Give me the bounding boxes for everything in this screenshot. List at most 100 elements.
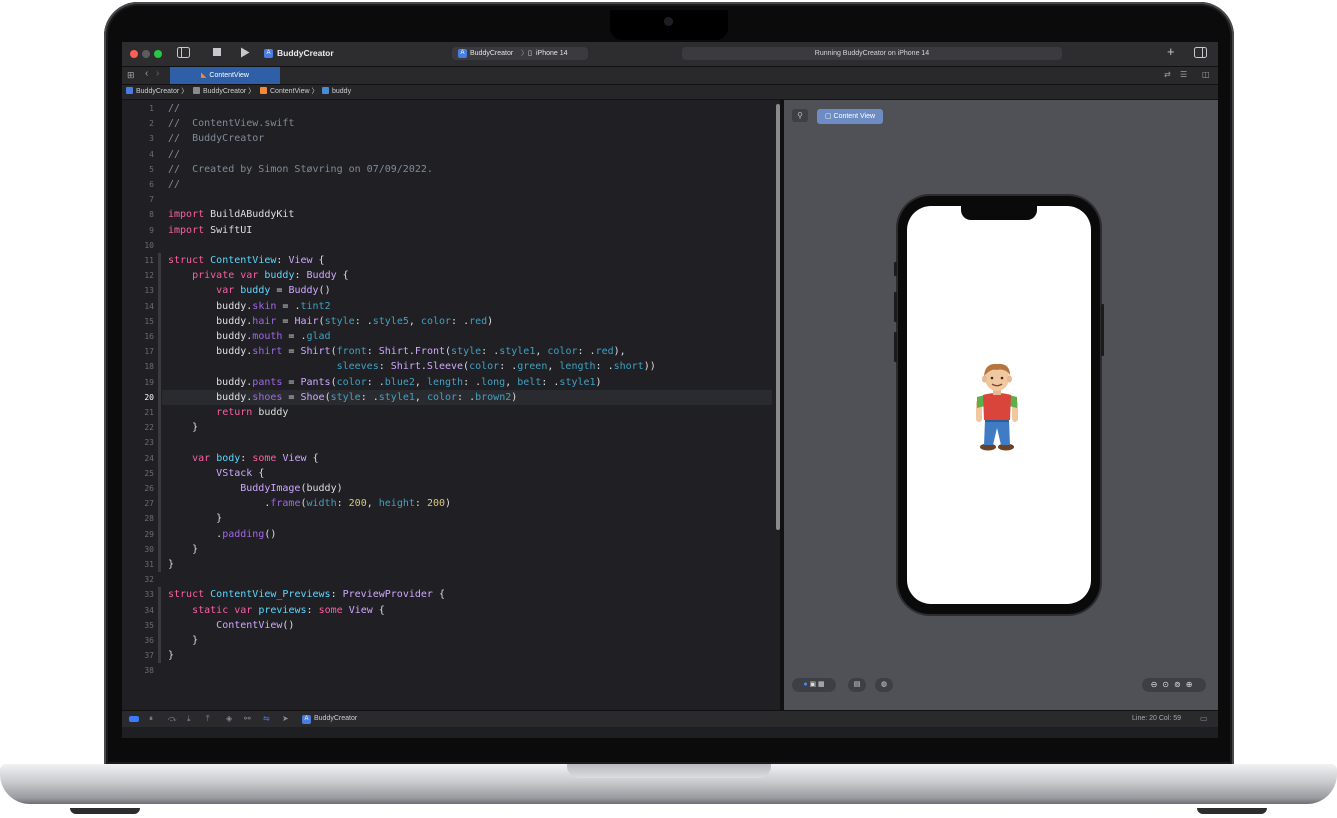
code-line[interactable]: }: [168, 511, 222, 526]
line-number: 18: [144, 362, 154, 372]
code-line[interactable]: buddy.mouth = .glad: [168, 329, 330, 344]
code-line[interactable]: return buddy: [168, 405, 288, 420]
breadcrumb-file[interactable]: ContentView 〉: [260, 85, 319, 99]
breadcrumb-symbol[interactable]: buddy: [322, 85, 351, 99]
code-line[interactable]: sleeves: Shirt.Sleeve(color: .green, len…: [168, 359, 656, 374]
code-line[interactable]: buddy.skin = .tint2: [168, 299, 330, 314]
chevron-right-icon: 〉: [521, 50, 528, 57]
line-number: 9: [149, 225, 154, 235]
line-number: 33: [144, 590, 154, 600]
scheme-selector[interactable]: A BuddyCreator 〉 ▯ iPhone 14: [452, 47, 588, 60]
stop-button[interactable]: [212, 47, 222, 61]
code-line[interactable]: //: [168, 177, 180, 192]
code-line[interactable]: var buddy = Buddy(): [168, 283, 330, 298]
breadcrumb-project[interactable]: BuddyCreator 〉: [126, 85, 188, 99]
editor-options-icon[interactable]: ☰: [1180, 70, 1187, 79]
line-number: 32: [144, 575, 154, 585]
sidebar-right-icon[interactable]: [1194, 47, 1207, 62]
line-number: 3: [149, 134, 154, 144]
forward-icon[interactable]: ›: [156, 68, 159, 79]
code-line[interactable]: ContentView(): [168, 618, 294, 633]
phone-notch: [961, 206, 1037, 220]
step-over-icon[interactable]: ⤼: [168, 711, 177, 727]
device-settings-icon[interactable]: ▤: [848, 678, 866, 692]
step-into-icon[interactable]: ⤓: [187, 711, 191, 727]
camera-notch: [610, 10, 728, 40]
location-icon[interactable]: ➤: [282, 711, 289, 727]
back-icon[interactable]: ‹: [145, 68, 148, 79]
pin-icon[interactable]: ⚲: [792, 109, 808, 122]
line-number: 12: [144, 271, 154, 281]
phone-volume-down: [894, 332, 897, 362]
code-line[interactable]: BuddyImage(buddy): [168, 481, 342, 496]
iphone-preview: [894, 196, 1104, 614]
code-line[interactable]: struct ContentView: View {: [168, 253, 325, 268]
preview-selector[interactable]: ▢ Content View: [817, 109, 883, 124]
code-fold-ribbon[interactable]: [158, 465, 161, 527]
close-window-button[interactable]: [130, 50, 138, 58]
code-line[interactable]: struct ContentView_Previews: PreviewProv…: [168, 587, 445, 602]
code-line[interactable]: buddy.shirt = Shirt(front: Shirt.Front(s…: [168, 344, 626, 359]
breadcrumb-folder[interactable]: BuddyCreator 〉: [193, 85, 255, 99]
preview-label: Content View: [833, 113, 876, 120]
code-line[interactable]: VStack {: [168, 466, 264, 481]
memory-graph-icon[interactable]: ⚯: [244, 711, 251, 727]
line-number: 1: [149, 104, 154, 113]
run-button[interactable]: [240, 47, 250, 62]
breadcrumb: BuddyCreator 〉 BuddyCreator 〉 ContentVie…: [122, 85, 1218, 100]
laptop-foot-left: [70, 808, 140, 814]
source-editor[interactable]: 1 2 3 4 5 6 7 8 9 10 11 12 13 14 15 16 17 18 19 20 21 22 23 24 2…: [122, 100, 780, 710]
device-icon: ▯: [528, 50, 532, 57]
status-text: Running BuddyCreator on iPhone 14: [814, 50, 930, 57]
line-number: 22: [144, 423, 154, 433]
step-out-icon[interactable]: ⤒: [206, 711, 210, 727]
code-line[interactable]: }: [168, 633, 198, 648]
code-line[interactable]: }: [168, 648, 174, 663]
variants-icon[interactable]: ◍: [875, 678, 893, 692]
code-line[interactable]: // BuddyCreator: [168, 131, 264, 146]
code-line[interactable]: static var previews: some View {: [168, 603, 385, 618]
zoom-controls[interactable]: ⊖⊙⊚⊕: [1142, 678, 1206, 692]
split-editor-icon[interactable]: ◫: [1202, 70, 1210, 79]
tab-contentview[interactable]: ◣ ContentView: [170, 67, 280, 84]
line-number: 7: [149, 195, 154, 205]
code-line[interactable]: .padding(): [168, 527, 276, 542]
phone-power-button: [1101, 304, 1104, 356]
scheme-icon: A: [458, 49, 467, 58]
view-hierarchy-icon[interactable]: ◈: [226, 711, 232, 727]
pause-icon[interactable]: ⏸: [149, 711, 153, 727]
code-line[interactable]: import BuildABuddyKit: [168, 207, 294, 222]
related-items-icon[interactable]: ⇄: [1164, 70, 1171, 79]
live-preview-toggle[interactable]: ● ▣ ▦: [792, 678, 836, 692]
code-line[interactable]: }: [168, 420, 198, 435]
code-line[interactable]: import SwiftUI: [168, 223, 252, 238]
code-line[interactable]: buddy.shoes = Shoe(style: .style1, color…: [168, 390, 517, 405]
code-fold-ribbon[interactable]: [158, 602, 161, 649]
camera-icon: [665, 18, 672, 25]
minimize-window-button[interactable]: [142, 50, 150, 58]
code-line[interactable]: }: [168, 557, 174, 572]
code-line[interactable]: }: [168, 542, 198, 557]
code-fold-ribbon[interactable]: [158, 268, 161, 436]
zoom-window-button[interactable]: [154, 50, 162, 58]
code-line[interactable]: // ContentView.swift: [168, 116, 294, 131]
line-number: 5: [149, 164, 154, 174]
environment-icon[interactable]: ⇋: [263, 711, 270, 727]
debug-area-toggle[interactable]: [129, 716, 139, 722]
plus-icon[interactable]: +: [1167, 45, 1175, 59]
code-line[interactable]: //: [168, 101, 180, 116]
code-line[interactable]: private var buddy: Buddy {: [168, 268, 349, 283]
console-toggle-icon[interactable]: ▭: [1200, 711, 1208, 727]
code-line[interactable]: // Created by Simon Støvring on 07/09/20…: [168, 162, 433, 177]
code-line[interactable]: //: [168, 147, 180, 162]
line-number: 30: [144, 544, 154, 554]
navigator-toggle-icon[interactable]: [177, 47, 190, 62]
laptop-foot-right: [1197, 808, 1267, 814]
grid-icon[interactable]: ⊞: [127, 70, 135, 81]
code-line[interactable]: var body: some View {: [168, 451, 319, 466]
line-number: 28: [144, 514, 154, 524]
cursor-position: Line: 20 Col: 59: [1132, 715, 1182, 722]
code-line[interactable]: buddy.hair = Hair(style: .style5, color:…: [168, 314, 493, 329]
code-line[interactable]: .frame(width: 200, height: 200): [168, 496, 451, 511]
code-line[interactable]: buddy.pants = Pants(color: .blue2, lengt…: [168, 375, 601, 390]
